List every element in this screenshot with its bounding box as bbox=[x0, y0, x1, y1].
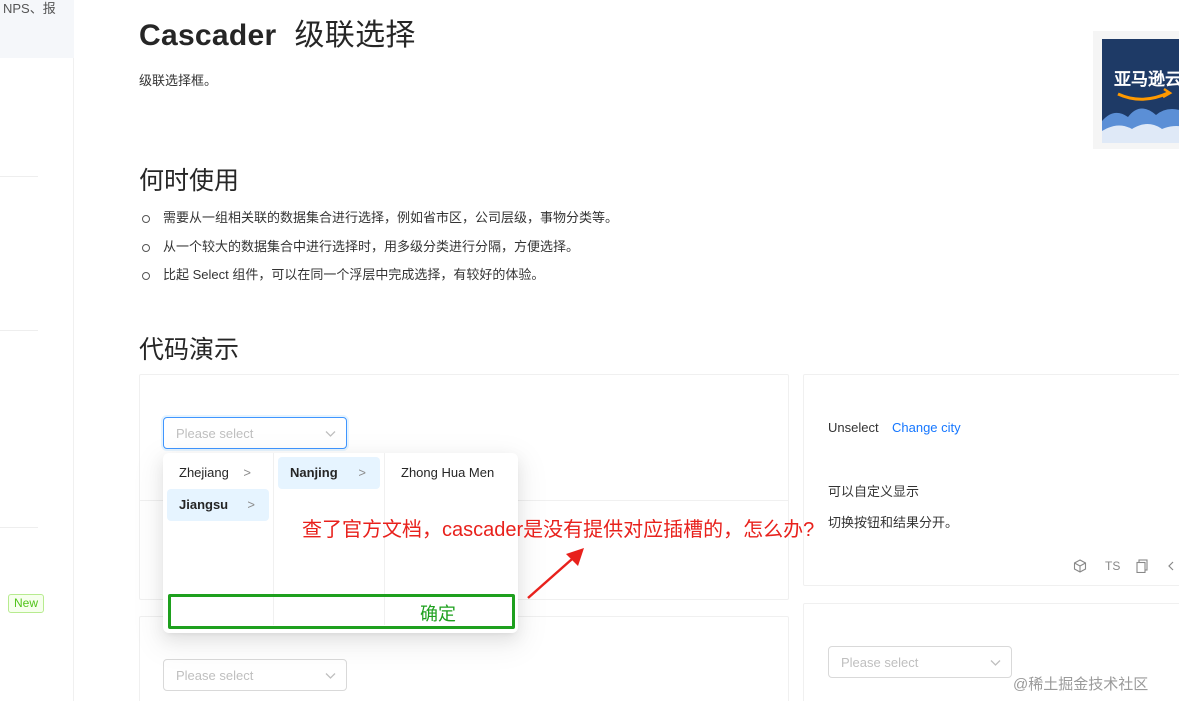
sidebar-divider bbox=[0, 176, 38, 177]
list-item: 比起 Select 组件，可以在同一个浮层中完成选择，有较好的体验。 bbox=[139, 265, 618, 294]
chevron-down-icon bbox=[325, 431, 336, 437]
cascader-option-active[interactable]: Nanjing > bbox=[278, 457, 380, 489]
page-root: NPS、报 New Cascader 级联选择 级联选择框。 亚马逊云 何时使用 … bbox=[0, 0, 1179, 701]
change-city-link[interactable]: Change city bbox=[892, 420, 961, 435]
demo-title: 可以自定义显示 bbox=[828, 484, 920, 499]
usage-list: 需要从一组相关联的数据集合进行选择，例如省市区，公司层级，事物分类等。 从一个较… bbox=[139, 208, 618, 294]
sidebar-item-label: NPS、报 bbox=[3, 1, 56, 16]
page-description: 级联选择框。 bbox=[139, 73, 218, 88]
new-badge: New bbox=[8, 594, 45, 613]
ts-toggle-icon[interactable]: TS bbox=[1105, 559, 1120, 573]
cascader-option[interactable]: Zhong Hua Men bbox=[389, 457, 514, 489]
demo-card-custom-trigger bbox=[803, 374, 1179, 586]
cascader-option[interactable]: Zhejiang > bbox=[167, 457, 265, 489]
option-label: Nanjing bbox=[290, 465, 338, 480]
annotation-arrow-icon bbox=[527, 548, 584, 599]
sidebar-divider bbox=[0, 527, 38, 528]
sidebar-divider bbox=[0, 330, 38, 331]
expand-code-icon[interactable] bbox=[1166, 559, 1176, 573]
chevron-right-icon: > bbox=[243, 465, 251, 480]
page-title-cn: 级联选择 bbox=[294, 19, 416, 52]
cascader-select[interactable]: Please select bbox=[163, 659, 347, 691]
cascader-select[interactable]: Please select bbox=[163, 417, 347, 449]
section-heading-demo: 代码演示 bbox=[139, 336, 240, 364]
page-title-en: Cascader bbox=[139, 19, 277, 52]
sidebar-item-active[interactable]: NPS、报 bbox=[0, 0, 74, 58]
ad-image: 亚马逊云 bbox=[1102, 39, 1179, 143]
select-placeholder: Please select bbox=[176, 668, 254, 683]
section-heading-when: 何时使用 bbox=[139, 167, 240, 195]
ad-artwork bbox=[1102, 87, 1179, 143]
select-placeholder: Please select bbox=[176, 426, 254, 441]
chevron-down-icon bbox=[990, 660, 1001, 666]
unselect-text: Unselect bbox=[828, 420, 879, 435]
ad-banner[interactable]: 亚马逊云 bbox=[1093, 31, 1179, 149]
list-item: 从一个较大的数据集合中进行选择时，用多级分类进行分隔，方便选择。 bbox=[139, 237, 618, 266]
copy-icon[interactable] bbox=[1136, 559, 1149, 573]
list-item: 需要从一组相关联的数据集合进行选择，例如省市区，公司层级，事物分类等。 bbox=[139, 208, 618, 237]
demo-description: 切换按钮和结果分开。 bbox=[828, 515, 959, 530]
cascader-select[interactable]: Please select bbox=[828, 646, 1012, 678]
option-label: Zhong Hua Men bbox=[401, 465, 495, 480]
confirm-annotation-box bbox=[168, 594, 515, 629]
option-label: Zhejiang bbox=[179, 465, 229, 480]
page-title: Cascader 级联选择 bbox=[139, 10, 416, 54]
chevron-right-icon: > bbox=[247, 497, 255, 512]
codesandbox-icon[interactable] bbox=[1073, 559, 1087, 573]
chevron-down-icon bbox=[325, 673, 336, 679]
annotation-question: 查了官方文档，cascader是没有提供对应插槽的，怎么办? bbox=[302, 519, 815, 541]
chevron-right-icon: > bbox=[358, 465, 366, 480]
cascader-option-active[interactable]: Jiangsu > bbox=[167, 489, 269, 521]
sidebar-nav: NPS、报 New bbox=[0, 0, 74, 701]
watermark: @稀土掘金技术社区 bbox=[1013, 676, 1149, 693]
select-placeholder: Please select bbox=[841, 655, 919, 670]
confirm-button-label[interactable]: 确定 bbox=[420, 600, 456, 626]
option-label: Jiangsu bbox=[179, 497, 229, 512]
